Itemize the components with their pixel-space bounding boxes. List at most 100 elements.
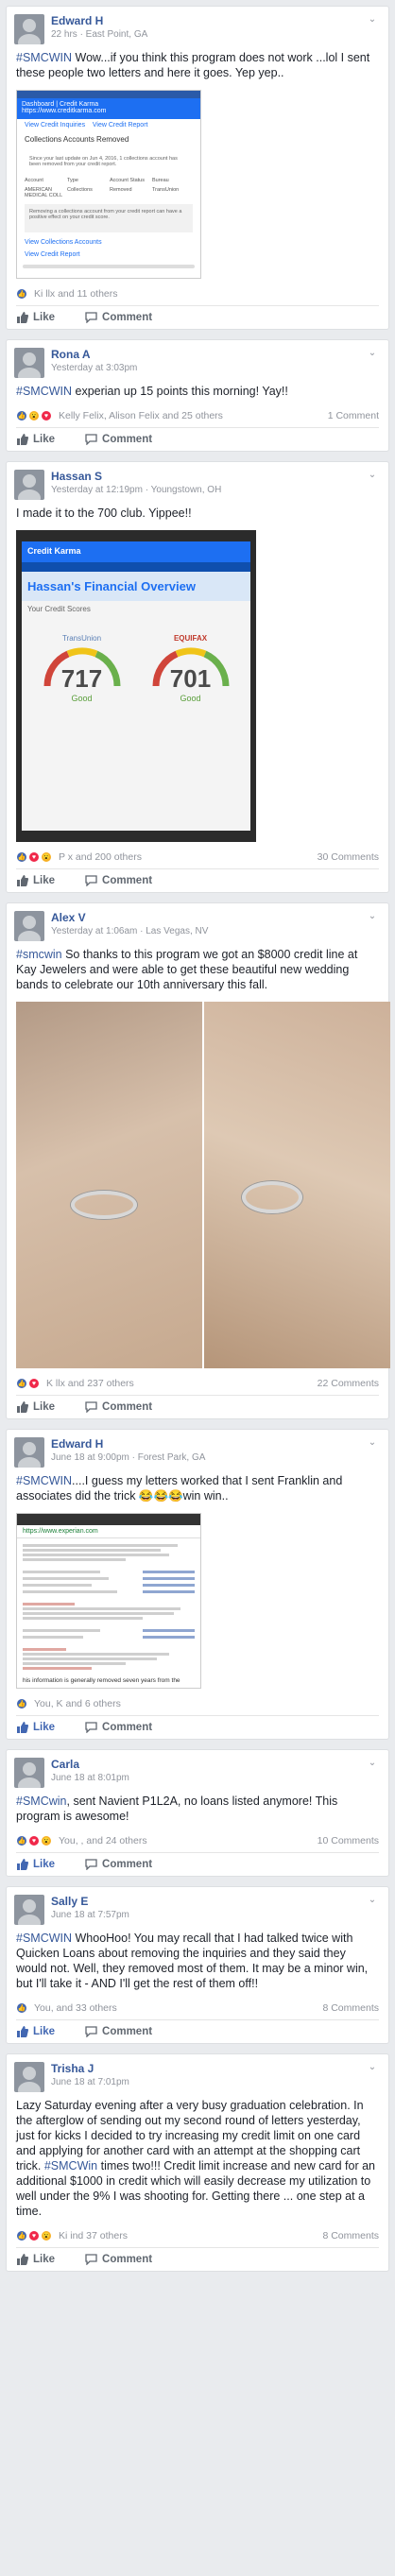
text-line — [23, 1544, 178, 1547]
post-photo[interactable] — [16, 1002, 202, 1368]
post-meta: Trisha J June 18 at 7:01pm — [51, 2062, 366, 2088]
author-name[interactable]: Edward H — [51, 1437, 366, 1451]
like-reaction-icon: 👍 — [16, 1835, 27, 1846]
chevron-down-icon[interactable]: ⌄ — [366, 14, 379, 27]
comments-count[interactable]: 30 Comments — [318, 851, 379, 863]
comment-button[interactable]: Comment — [85, 2026, 152, 2037]
hashtag[interactable]: #smcwin — [16, 948, 62, 961]
like-button[interactable]: Like — [16, 875, 55, 886]
comment-button[interactable]: Comment — [85, 875, 152, 886]
avatar[interactable] — [14, 348, 44, 378]
author-name[interactable]: Trisha J — [51, 2062, 366, 2076]
reaction-summary[interactable]: 👍 You, K and 6 others — [16, 1698, 121, 1709]
thumbs-up-icon — [17, 875, 28, 886]
love-reaction-icon: ♥ — [28, 2230, 40, 2241]
hashtag[interactable]: #SMCWIN — [16, 51, 72, 64]
author-name[interactable]: Alex V — [51, 911, 366, 925]
reactions-row: 👍 Ki llx and 11 others — [7, 283, 388, 305]
author-name[interactable]: Sally E — [51, 1895, 366, 1909]
author-name[interactable]: Edward H — [51, 14, 366, 28]
col: Bureau — [152, 178, 169, 183]
comment-label: Comment — [102, 2254, 153, 2265]
post-timestamp[interactable]: Yesterday at 1:06am · Las Vegas, NV — [51, 925, 366, 937]
post-photo[interactable] — [202, 1002, 390, 1368]
post-timestamp[interactable]: June 18 at 7:01pm — [51, 2076, 366, 2088]
post-timestamp[interactable]: 22 hrs · East Point, GA — [51, 28, 366, 41]
comment-button[interactable]: Comment — [85, 1401, 152, 1413]
reaction-summary[interactable]: 👍 ♥ 😮 You, , and 24 others — [16, 1835, 147, 1846]
like-button[interactable]: Like — [16, 2254, 55, 2265]
like-button[interactable]: Like — [16, 2026, 55, 2037]
comment-button[interactable]: Comment — [85, 312, 152, 323]
comments-count[interactable]: 22 Comments — [318, 1378, 379, 1389]
avatar[interactable] — [14, 911, 44, 941]
post-timestamp[interactable]: June 18 at 8:01pm — [51, 1772, 366, 1784]
reaction-summary[interactable]: 👍 ♥ 😮 Ki ind 37 others — [16, 2230, 128, 2241]
comment-button[interactable]: Comment — [85, 2254, 152, 2265]
comment-button[interactable]: Comment — [85, 434, 152, 445]
post-image[interactable]: Dashboard | Credit Karma https://www.cred… — [16, 90, 201, 279]
report-link: View Credit Report — [92, 122, 148, 129]
reaction-summary[interactable]: 👍 Ki llx and 11 others — [16, 288, 118, 300]
post-timestamp[interactable]: Yesterday at 3:03pm — [51, 362, 366, 374]
hashtag[interactable]: #SMCWIN — [16, 1474, 72, 1487]
chevron-down-icon[interactable]: ⌄ — [366, 1437, 379, 1451]
author-name[interactable]: Rona A — [51, 348, 366, 362]
avatar[interactable] — [14, 1895, 44, 1925]
scores-label: Your Credit Scores — [27, 605, 91, 613]
avatar[interactable] — [14, 2062, 44, 2092]
post-image[interactable]: Credit Karma Hassan's Financial Overview… — [16, 530, 256, 842]
like-reaction-icon: 👍 — [16, 2002, 27, 2014]
shot-table-head: Account Type Account Status Bureau — [17, 176, 200, 185]
shot-table-row: AMERICAN MEDICAL COLL Collections Removed T… — [17, 185, 200, 200]
like-button[interactable]: Like — [16, 434, 55, 445]
chevron-down-icon[interactable]: ⌄ — [366, 1895, 379, 1908]
comments-count[interactable]: 8 Comments — [322, 2002, 379, 2014]
comment-button[interactable]: Comment — [85, 1859, 152, 1870]
post-timestamp[interactable]: Yesterday at 12:19pm · Youngstown, OH — [51, 484, 366, 496]
post-meta: Sally E June 18 at 7:57pm — [51, 1895, 366, 1921]
like-button[interactable]: Like — [16, 1859, 55, 1870]
post-body: experian up 15 points this morning! Yay!… — [72, 385, 288, 398]
like-button[interactable]: Like — [16, 1722, 55, 1733]
post-image[interactable]: https://www.experian.com his information… — [16, 1513, 201, 1689]
col: Type — [67, 178, 78, 183]
chevron-down-icon[interactable]: ⌄ — [366, 2062, 379, 2075]
post-timestamp[interactable]: June 18 at 7:57pm — [51, 1909, 366, 1921]
comments-count[interactable]: 8 Comments — [322, 2230, 379, 2241]
chevron-down-icon[interactable]: ⌄ — [366, 348, 379, 361]
like-button[interactable]: Like — [16, 312, 55, 323]
post-header: Carla June 18 at 8:01pm ⌄ — [7, 1750, 388, 1792]
like-label: Like — [33, 875, 56, 886]
avatar[interactable] — [14, 1758, 44, 1788]
comments-count[interactable]: 1 Comment — [328, 410, 379, 421]
author-name[interactable]: Hassan S — [51, 470, 366, 484]
author-name[interactable]: Carla — [51, 1758, 366, 1772]
avatar[interactable] — [14, 1437, 44, 1468]
reaction-summary[interactable]: 👍 😮 ♥ Kelly Felix, Alison Felix and 25 o… — [16, 410, 223, 421]
hashtag[interactable]: #SMCWin — [44, 2159, 97, 2172]
avatar[interactable] — [14, 14, 44, 44]
comments-count[interactable]: 10 Comments — [318, 1835, 379, 1846]
chevron-down-icon[interactable]: ⌄ — [366, 1758, 379, 1771]
post: Rona A Yesterday at 3:03pm ⌄ #SMCWIN exp… — [6, 339, 389, 452]
like-label: Like — [33, 1722, 56, 1733]
avatar[interactable] — [14, 470, 44, 500]
hashtag[interactable]: #SMCWIN — [16, 1932, 72, 1945]
reaction-summary[interactable]: 👍 ♥ K llx and 237 others — [16, 1378, 134, 1389]
hashtag[interactable]: #SMCwin — [16, 1795, 67, 1808]
wow-reaction-icon: 😮 — [41, 851, 52, 863]
reaction-summary[interactable]: 👍 ♥ 😮 P x and 200 others — [16, 851, 142, 863]
chevron-down-icon[interactable]: ⌄ — [366, 470, 379, 483]
browser-title: Dashboard | Credit Karma — [22, 101, 99, 108]
reaction-summary[interactable]: 👍 You, and 33 others — [16, 2002, 117, 2014]
post-timestamp[interactable]: June 18 at 9:00pm · Forest Park, GA — [51, 1451, 366, 1464]
hashtag[interactable]: #SMCWIN — [16, 385, 72, 398]
post: Alex V Yesterday at 1:06am · Las Vegas, … — [6, 902, 390, 1419]
text-line — [143, 1577, 195, 1580]
comment-button[interactable]: Comment — [85, 1722, 152, 1733]
chevron-down-icon[interactable]: ⌄ — [366, 911, 379, 924]
doc-row — [23, 1569, 195, 1575]
text-line — [23, 1571, 100, 1573]
like-button[interactable]: Like — [16, 1401, 55, 1413]
